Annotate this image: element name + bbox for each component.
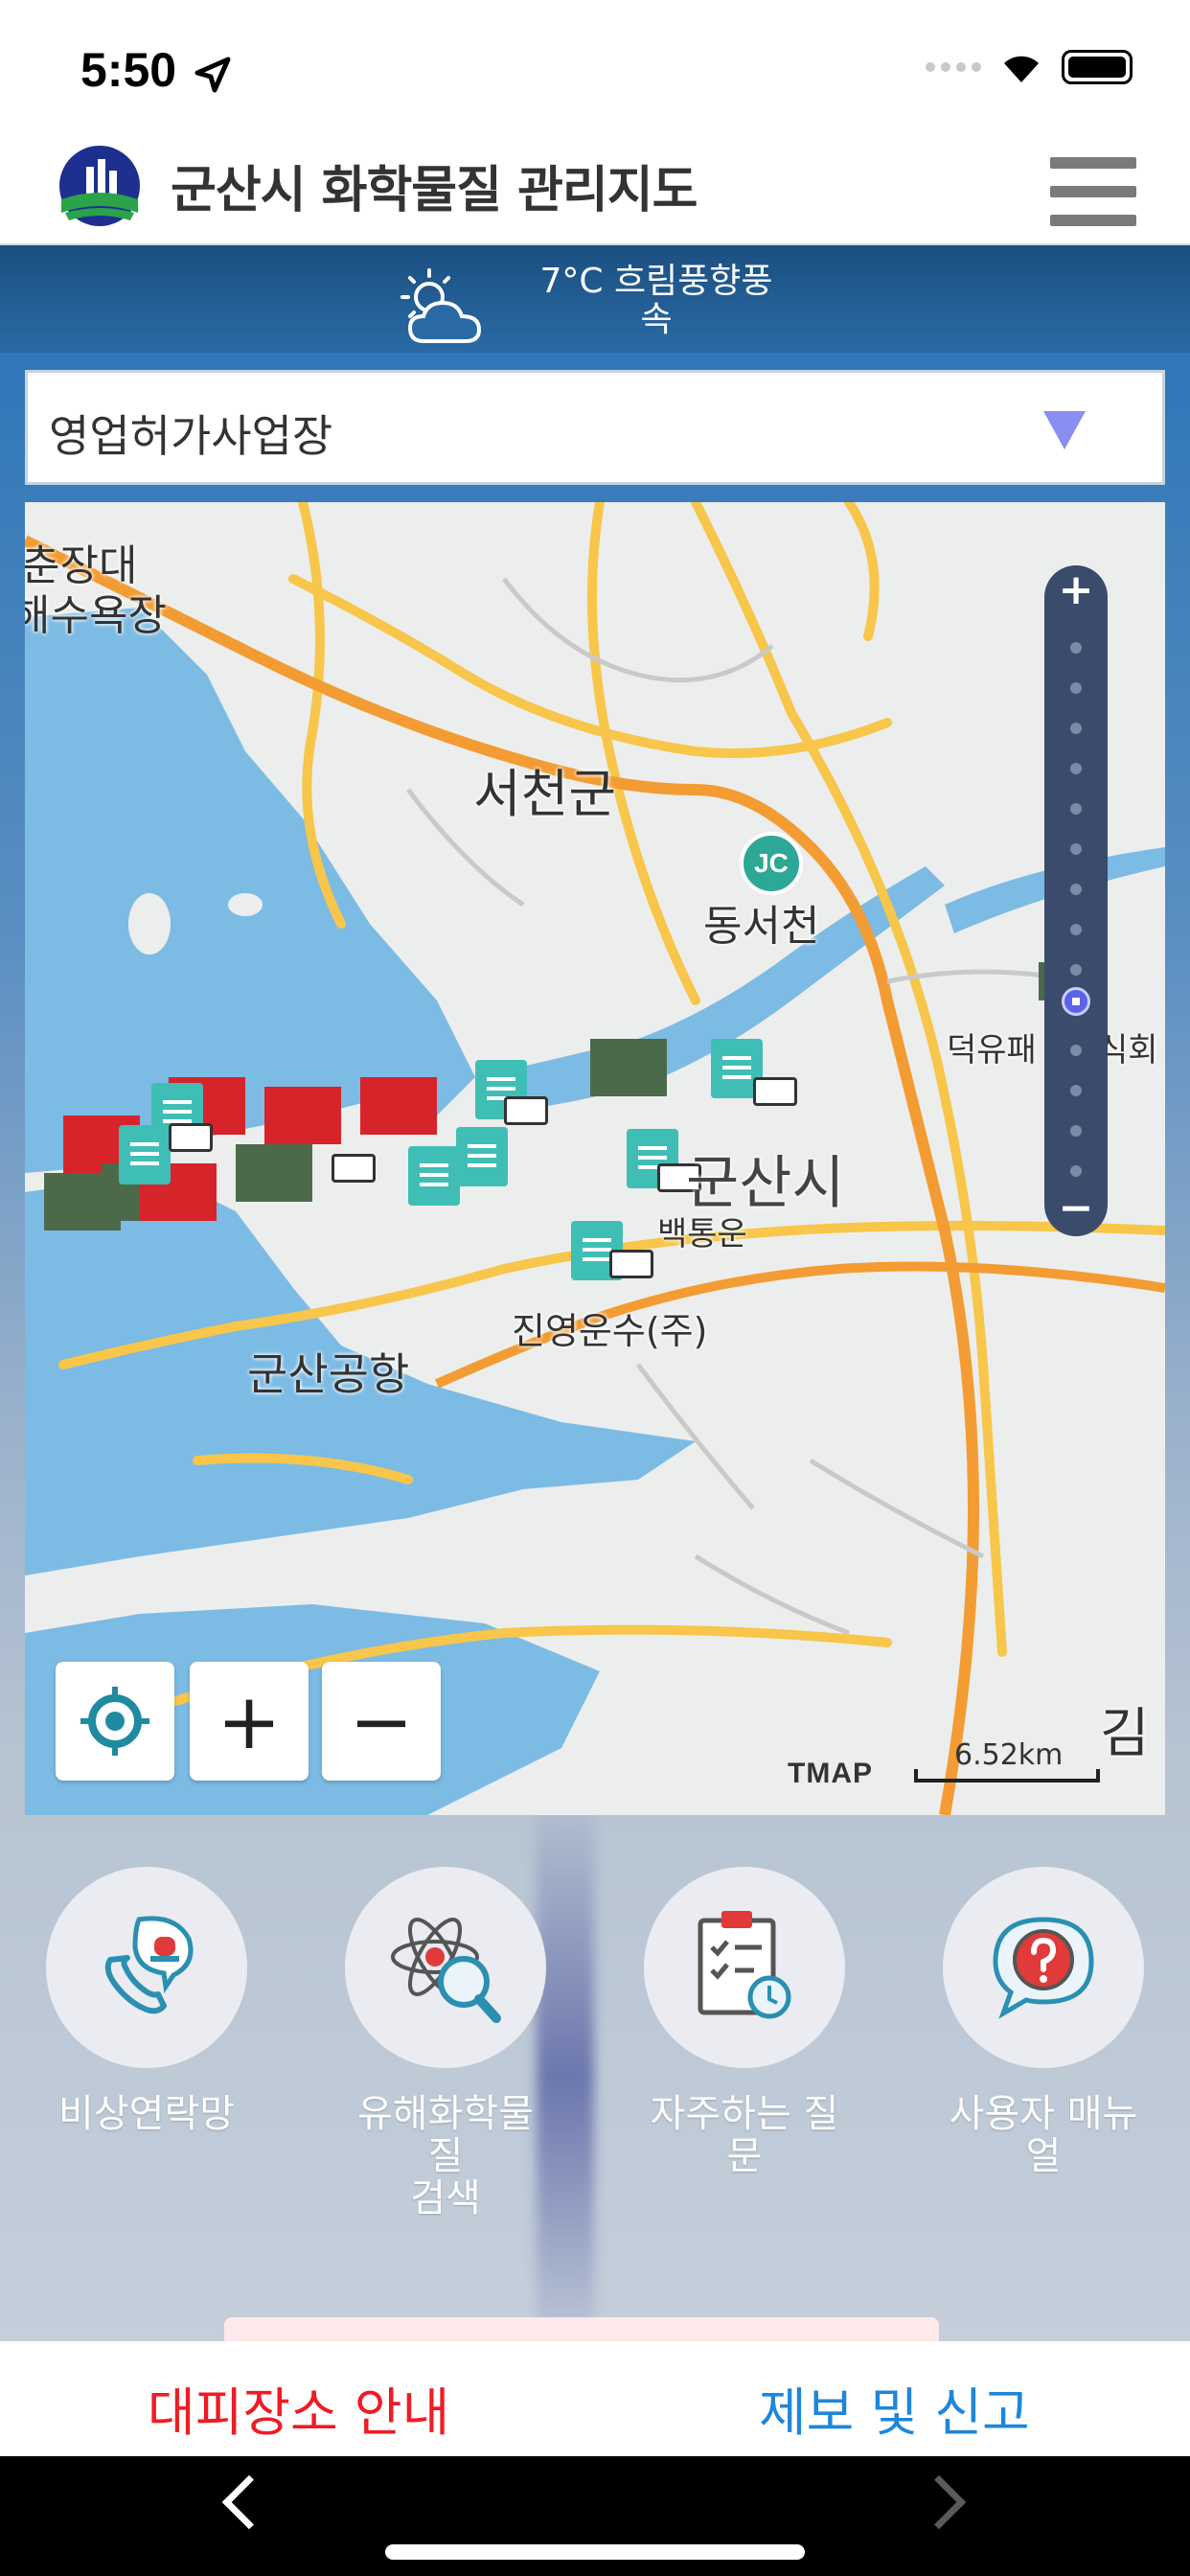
zoom-in-button[interactable]: + bbox=[190, 1662, 309, 1781]
quick-circle bbox=[345, 1867, 546, 2068]
quick-faq[interactable]: 자주하는 질 문 bbox=[644, 1867, 845, 2177]
checklist-icon bbox=[698, 1911, 791, 2019]
quick-circle bbox=[943, 1867, 1144, 2068]
map-label-deokyu: 덕유패 bbox=[947, 1031, 1037, 1070]
factory-marker[interactable] bbox=[590, 1039, 667, 1096]
quick-emergency-contacts[interactable]: 비상연락망 bbox=[46, 1867, 247, 2135]
map-label-dongseocheon: 동서천 bbox=[703, 902, 820, 951]
document-marker[interactable] bbox=[456, 1127, 508, 1186]
map-label-beach: 해수욕장 bbox=[25, 591, 167, 640]
factory-marker[interactable] bbox=[44, 1173, 121, 1230]
zoom-slider-thumb[interactable] bbox=[1062, 987, 1090, 1016]
status-time: 5:50 bbox=[80, 43, 177, 97]
quick-circle bbox=[644, 1867, 845, 2068]
quick-label-line-2: 얼 bbox=[1025, 2134, 1062, 2178]
battery-icon bbox=[1062, 50, 1133, 84]
quick-label-line-1: 비상연락망 bbox=[58, 2092, 235, 2136]
my-location-button[interactable] bbox=[56, 1662, 174, 1781]
weather-bar: 7°C 흐림풍향풍 속 bbox=[0, 245, 1190, 353]
quick-label: 유해화학물질 검색 bbox=[345, 2093, 546, 2220]
location-arrow-icon bbox=[195, 57, 231, 93]
truck-marker[interactable] bbox=[753, 1077, 797, 1106]
back-arrow-icon[interactable] bbox=[221, 2474, 277, 2530]
partly-cloudy-icon bbox=[400, 268, 482, 343]
locate-icon bbox=[80, 1687, 149, 1756]
weather-line-1: 7°C 흐림풍향풍 bbox=[539, 262, 773, 301]
forward-arrow-icon[interactable] bbox=[911, 2474, 967, 2530]
browser-toolbar bbox=[0, 2456, 1190, 2576]
category-selected-value: 영업허가사업장 bbox=[49, 410, 333, 462]
map-label-airport: 군산공항 bbox=[247, 1348, 410, 1400]
slider-zoom-in-button[interactable]: + bbox=[1044, 565, 1108, 614]
evacuation-guide-button[interactable]: 대피장소 안내 bbox=[148, 2370, 449, 2446]
emergency-phone-icon bbox=[104, 1916, 194, 2014]
document-marker[interactable] bbox=[408, 1146, 460, 1206]
quick-user-manual[interactable]: 사용자 매뉴 얼 bbox=[943, 1867, 1144, 2177]
quick-label-line-2: 검색 bbox=[410, 2176, 481, 2220]
wifi-icon bbox=[1004, 56, 1039, 82]
document-marker[interactable] bbox=[119, 1125, 171, 1184]
factory-marker[interactable] bbox=[264, 1087, 341, 1144]
category-select[interactable]: 영업허가사업장 bbox=[25, 370, 1165, 485]
menu-button[interactable] bbox=[1050, 157, 1136, 226]
quick-chemical-search[interactable]: 유해화학물질 검색 bbox=[345, 1867, 546, 2220]
tmap-logo: TMAP bbox=[788, 1758, 873, 1789]
factory-marker[interactable] bbox=[236, 1144, 312, 1202]
home-indicator bbox=[385, 2544, 805, 2560]
dropdown-arrow-icon bbox=[1043, 411, 1086, 449]
truck-marker[interactable] bbox=[169, 1123, 213, 1152]
weather-text: 7°C 흐림풍향풍 속 bbox=[537, 263, 776, 339]
truck-marker[interactable] bbox=[332, 1154, 376, 1183]
factory-marker[interactable] bbox=[360, 1077, 437, 1135]
map-label-seocheon: 서천군 bbox=[473, 764, 617, 824]
scale-bar bbox=[914, 1769, 1100, 1782]
map-label-baekunyun: 백통운 bbox=[657, 1215, 747, 1254]
quick-label: 비상연락망 bbox=[46, 2093, 247, 2135]
action-bar: 대피장소 안내 제보 및 신고 bbox=[0, 2341, 1190, 2456]
help-bubble-icon bbox=[993, 1917, 1094, 2019]
scale-label: 6.52km bbox=[954, 1738, 1064, 1772]
weather-line-2: 속 bbox=[640, 300, 673, 339]
app-title: 군산시 화학물질 관리지도 bbox=[171, 162, 698, 219]
quick-label-line-1: 유해화학물질 bbox=[357, 2092, 534, 2178]
atom-search-icon bbox=[391, 1918, 501, 2023]
quick-label-line-1: 자주하는 질 bbox=[650, 2092, 839, 2136]
jc-badge: JC bbox=[740, 832, 803, 895]
zoom-out-button[interactable]: − bbox=[322, 1662, 441, 1781]
zoom-slider[interactable]: + − bbox=[1044, 565, 1108, 1236]
cellular-signal-icon bbox=[926, 62, 981, 72]
map-basemap bbox=[25, 502, 1165, 1815]
status-bar: 5:50 bbox=[0, 0, 1190, 134]
truck-marker[interactable] bbox=[609, 1250, 653, 1278]
map-label-jinyoung: 진영운수(주) bbox=[512, 1310, 708, 1352]
quick-label-line-1: 사용자 매뉴 bbox=[949, 2092, 1138, 2136]
quick-label: 사용자 매뉴 얼 bbox=[943, 2093, 1144, 2177]
report-button[interactable]: 제보 및 신고 bbox=[759, 2370, 1030, 2446]
truck-marker[interactable] bbox=[504, 1096, 548, 1125]
quick-label-line-2: 문 bbox=[726, 2134, 763, 2178]
gunsan-logo-icon bbox=[59, 146, 140, 226]
map-label-gim: 김 bbox=[1100, 1703, 1150, 1765]
app-header: 군산시 화학물질 관리지도 bbox=[0, 134, 1190, 245]
quick-circle bbox=[46, 1867, 247, 2068]
jc-label: JC bbox=[754, 848, 789, 878]
chemical-map[interactable]: 춘장대 해수욕장 서천군 JC 동서천 덕유패 식회 군산시 백통운 진영운수(… bbox=[25, 502, 1165, 1815]
slider-zoom-out-button[interactable]: − bbox=[1044, 1184, 1108, 1232]
quick-label: 자주하는 질 문 bbox=[644, 2093, 845, 2177]
